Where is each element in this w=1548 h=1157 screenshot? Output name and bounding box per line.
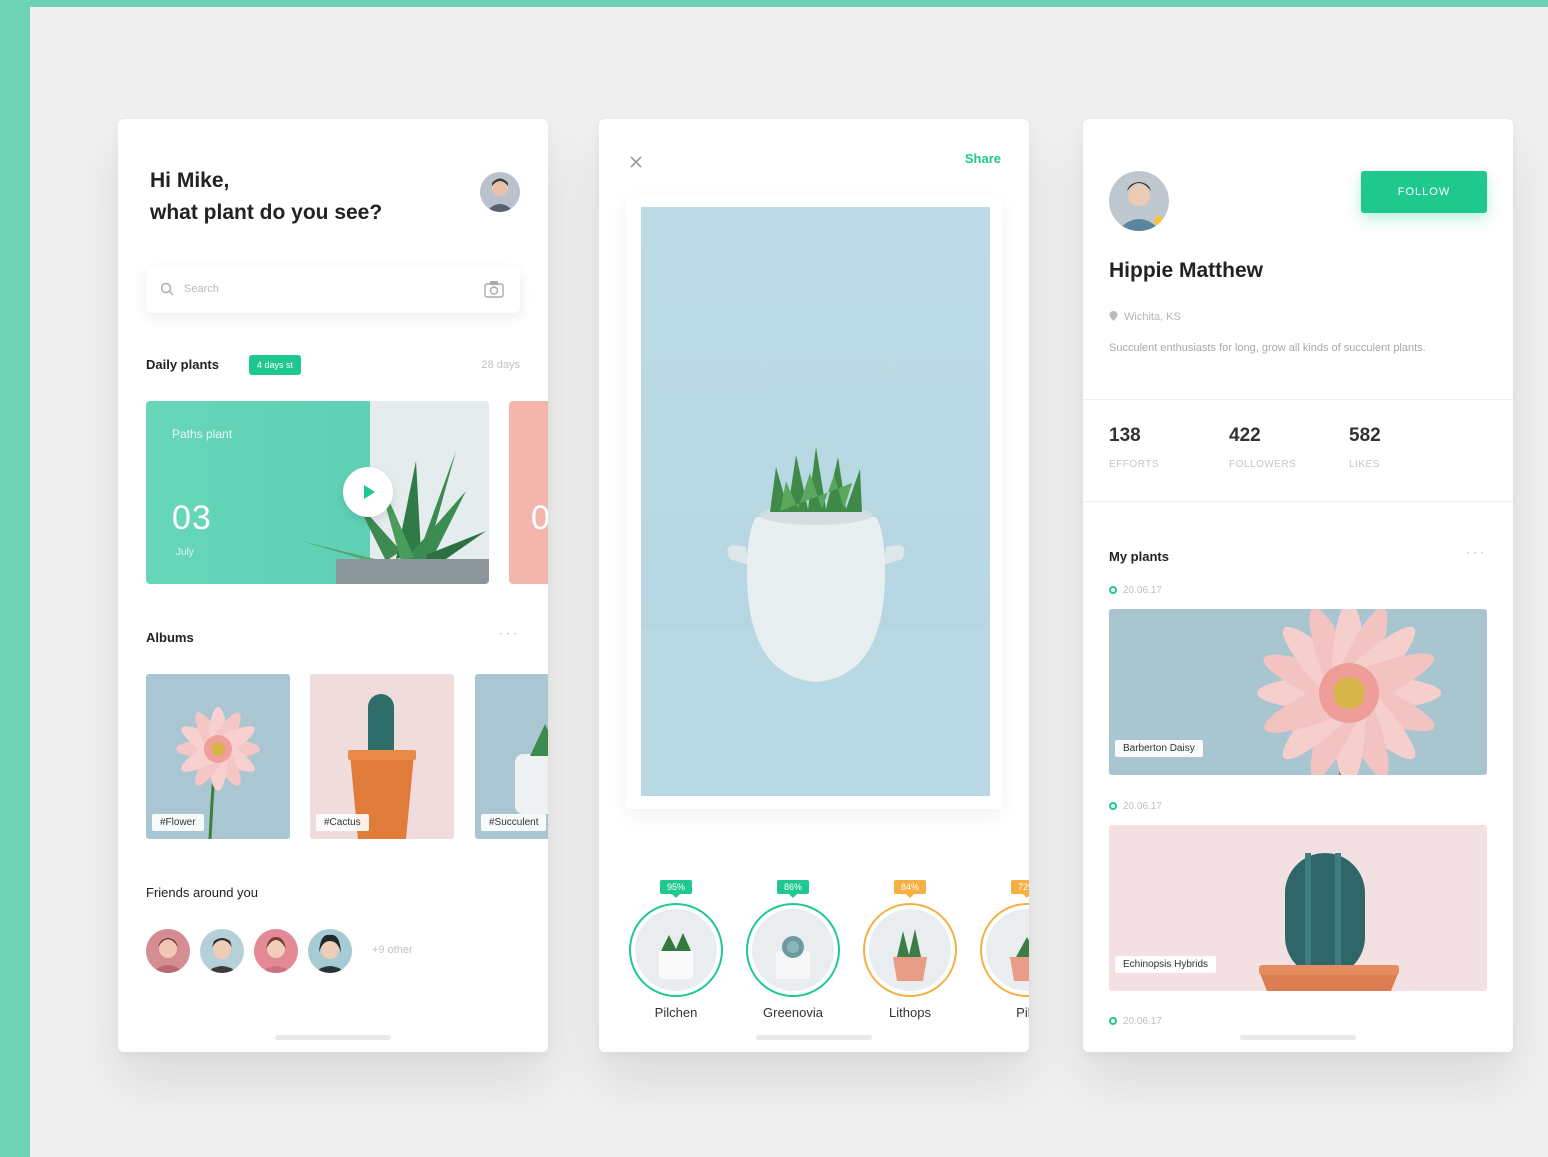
- date-dot-icon: [1109, 586, 1117, 594]
- friend-avatar[interactable]: [200, 929, 244, 973]
- greeting-line-1: Hi Mike,: [150, 169, 230, 192]
- camera-icon[interactable]: [484, 280, 504, 298]
- divider: [1083, 501, 1513, 502]
- follow-button[interactable]: FOLLOW: [1361, 171, 1487, 213]
- daily-card-next-day: 0: [531, 499, 548, 537]
- user-avatar[interactable]: [480, 172, 520, 212]
- match-percent-badge: 86%: [776, 880, 809, 898]
- play-icon: [364, 485, 375, 499]
- plant-card[interactable]: Barberton Daisy: [1109, 609, 1487, 775]
- daily-card-month: July: [176, 547, 194, 558]
- friend-avatar[interactable]: [254, 929, 298, 973]
- profile-name: Hippie Matthew: [1109, 259, 1264, 282]
- close-icon[interactable]: [629, 155, 643, 169]
- match-name: Pilo: [1016, 1005, 1029, 1020]
- profile-avatar[interactable]: [1109, 171, 1169, 231]
- home-screen: Hi Mike, what plant do you see? Search D…: [118, 119, 548, 1052]
- album-flower[interactable]: #Flower: [146, 674, 290, 839]
- stat-followers[interactable]: 422 FOLLOWERS: [1229, 425, 1296, 470]
- match-option[interactable]: 95% Pilchen: [626, 877, 726, 1020]
- photo-frame: [626, 197, 1002, 809]
- daily-streak-badge: 4 days st: [249, 355, 302, 375]
- plant-date: 20.06.17: [1109, 585, 1162, 596]
- album-cactus[interactable]: #Cactus: [310, 674, 454, 839]
- albums-more-button[interactable]: ···: [498, 625, 520, 643]
- location-pin-icon: [1109, 311, 1118, 321]
- match-option[interactable]: 84% Lithops: [860, 877, 960, 1020]
- daily-plants-title: Daily plants: [146, 357, 219, 372]
- profile-location: Wichita, KS: [1109, 311, 1181, 323]
- friend-avatar[interactable]: [308, 929, 352, 973]
- date-dot-icon: [1109, 802, 1117, 810]
- home-indicator: [275, 1035, 391, 1040]
- potted-succulent-image: [641, 447, 990, 796]
- friends-title: Friends around you: [146, 885, 259, 900]
- stat-label: LIKES: [1349, 459, 1380, 470]
- friend-avatar[interactable]: [146, 929, 190, 973]
- friends-more-link[interactable]: +9 other: [372, 944, 413, 956]
- plant-photo: [641, 207, 990, 796]
- daily-plant-card[interactable]: Paths plant 03 July: [146, 401, 489, 584]
- share-button[interactable]: Share: [965, 151, 1001, 166]
- daily-plant-card-next[interactable]: 0: [509, 401, 548, 584]
- profile-screen: FOLLOW Hippie Matthew Wichita, KS Succul…: [1083, 119, 1513, 1052]
- page-background: Hi Mike, what plant do you see? Search D…: [30, 7, 1548, 1157]
- greeting-line-2: what plant do you see?: [150, 201, 383, 224]
- albums-title: Albums: [146, 630, 194, 645]
- plant-tag: Barberton Daisy: [1115, 740, 1203, 757]
- play-button[interactable]: [343, 467, 393, 517]
- profile-location-text: Wichita, KS: [1124, 311, 1181, 323]
- date-dot-icon: [1109, 1017, 1117, 1025]
- match-name: Lithops: [889, 1005, 931, 1020]
- match-percent-badge: 72%: [1010, 880, 1029, 898]
- my-plants-more-button[interactable]: ···: [1465, 544, 1487, 562]
- album-tag: #Succulent: [481, 814, 547, 831]
- stat-efforts: 138 EFFORTS: [1109, 425, 1159, 470]
- match-percent-badge: 84%: [893, 880, 926, 898]
- match-thumbnail: [629, 903, 723, 997]
- home-indicator: [1240, 1035, 1356, 1040]
- daily-card-label: Paths plant: [172, 427, 233, 441]
- match-name: Greenovia: [763, 1005, 823, 1020]
- stat-label: EFFORTS: [1109, 459, 1159, 470]
- stat-value: 422: [1229, 425, 1261, 446]
- greeting: Hi Mike, what plant do you see?: [150, 165, 382, 229]
- profile-bio: Succulent enthusiasts for long, grow all…: [1109, 342, 1426, 354]
- stat-value: 138: [1109, 425, 1141, 446]
- daily-count: 28 days: [481, 359, 520, 371]
- album-tag: #Cactus: [316, 814, 369, 831]
- identify-screen: Share 95% Pilchen 86% Greenovia 84% Lith…: [599, 119, 1029, 1052]
- plant-card[interactable]: Echinopsis Hybrids: [1109, 825, 1487, 991]
- search-bar[interactable]: Search: [146, 267, 520, 313]
- search-input[interactable]: Search: [184, 283, 219, 295]
- album-succulent[interactable]: #Succulent: [475, 674, 548, 839]
- match-thumbnail: [980, 903, 1029, 997]
- match-option[interactable]: 72% Pilo: [977, 877, 1029, 1020]
- plant-tag: Echinopsis Hybrids: [1115, 956, 1217, 973]
- match-percent-badge: 95%: [659, 880, 692, 898]
- match-thumbnail: [746, 903, 840, 997]
- plant-date: 20.06.17: [1109, 801, 1162, 812]
- stat-label: FOLLOWERS: [1229, 459, 1297, 470]
- plant-date: 20.06.17: [1109, 1016, 1162, 1027]
- match-name: Pilchen: [654, 1005, 698, 1020]
- match-thumbnail: [863, 903, 957, 997]
- my-plants-title: My plants: [1109, 549, 1169, 564]
- divider: [1083, 399, 1513, 400]
- search-icon: [160, 282, 174, 296]
- stat-likes: 582 LIKES: [1349, 425, 1381, 470]
- daily-card-day: 03: [172, 499, 212, 537]
- match-option[interactable]: 86% Greenovia: [743, 877, 843, 1020]
- home-indicator: [756, 1035, 872, 1040]
- album-tag: #Flower: [152, 814, 204, 831]
- stat-value: 582: [1349, 425, 1381, 446]
